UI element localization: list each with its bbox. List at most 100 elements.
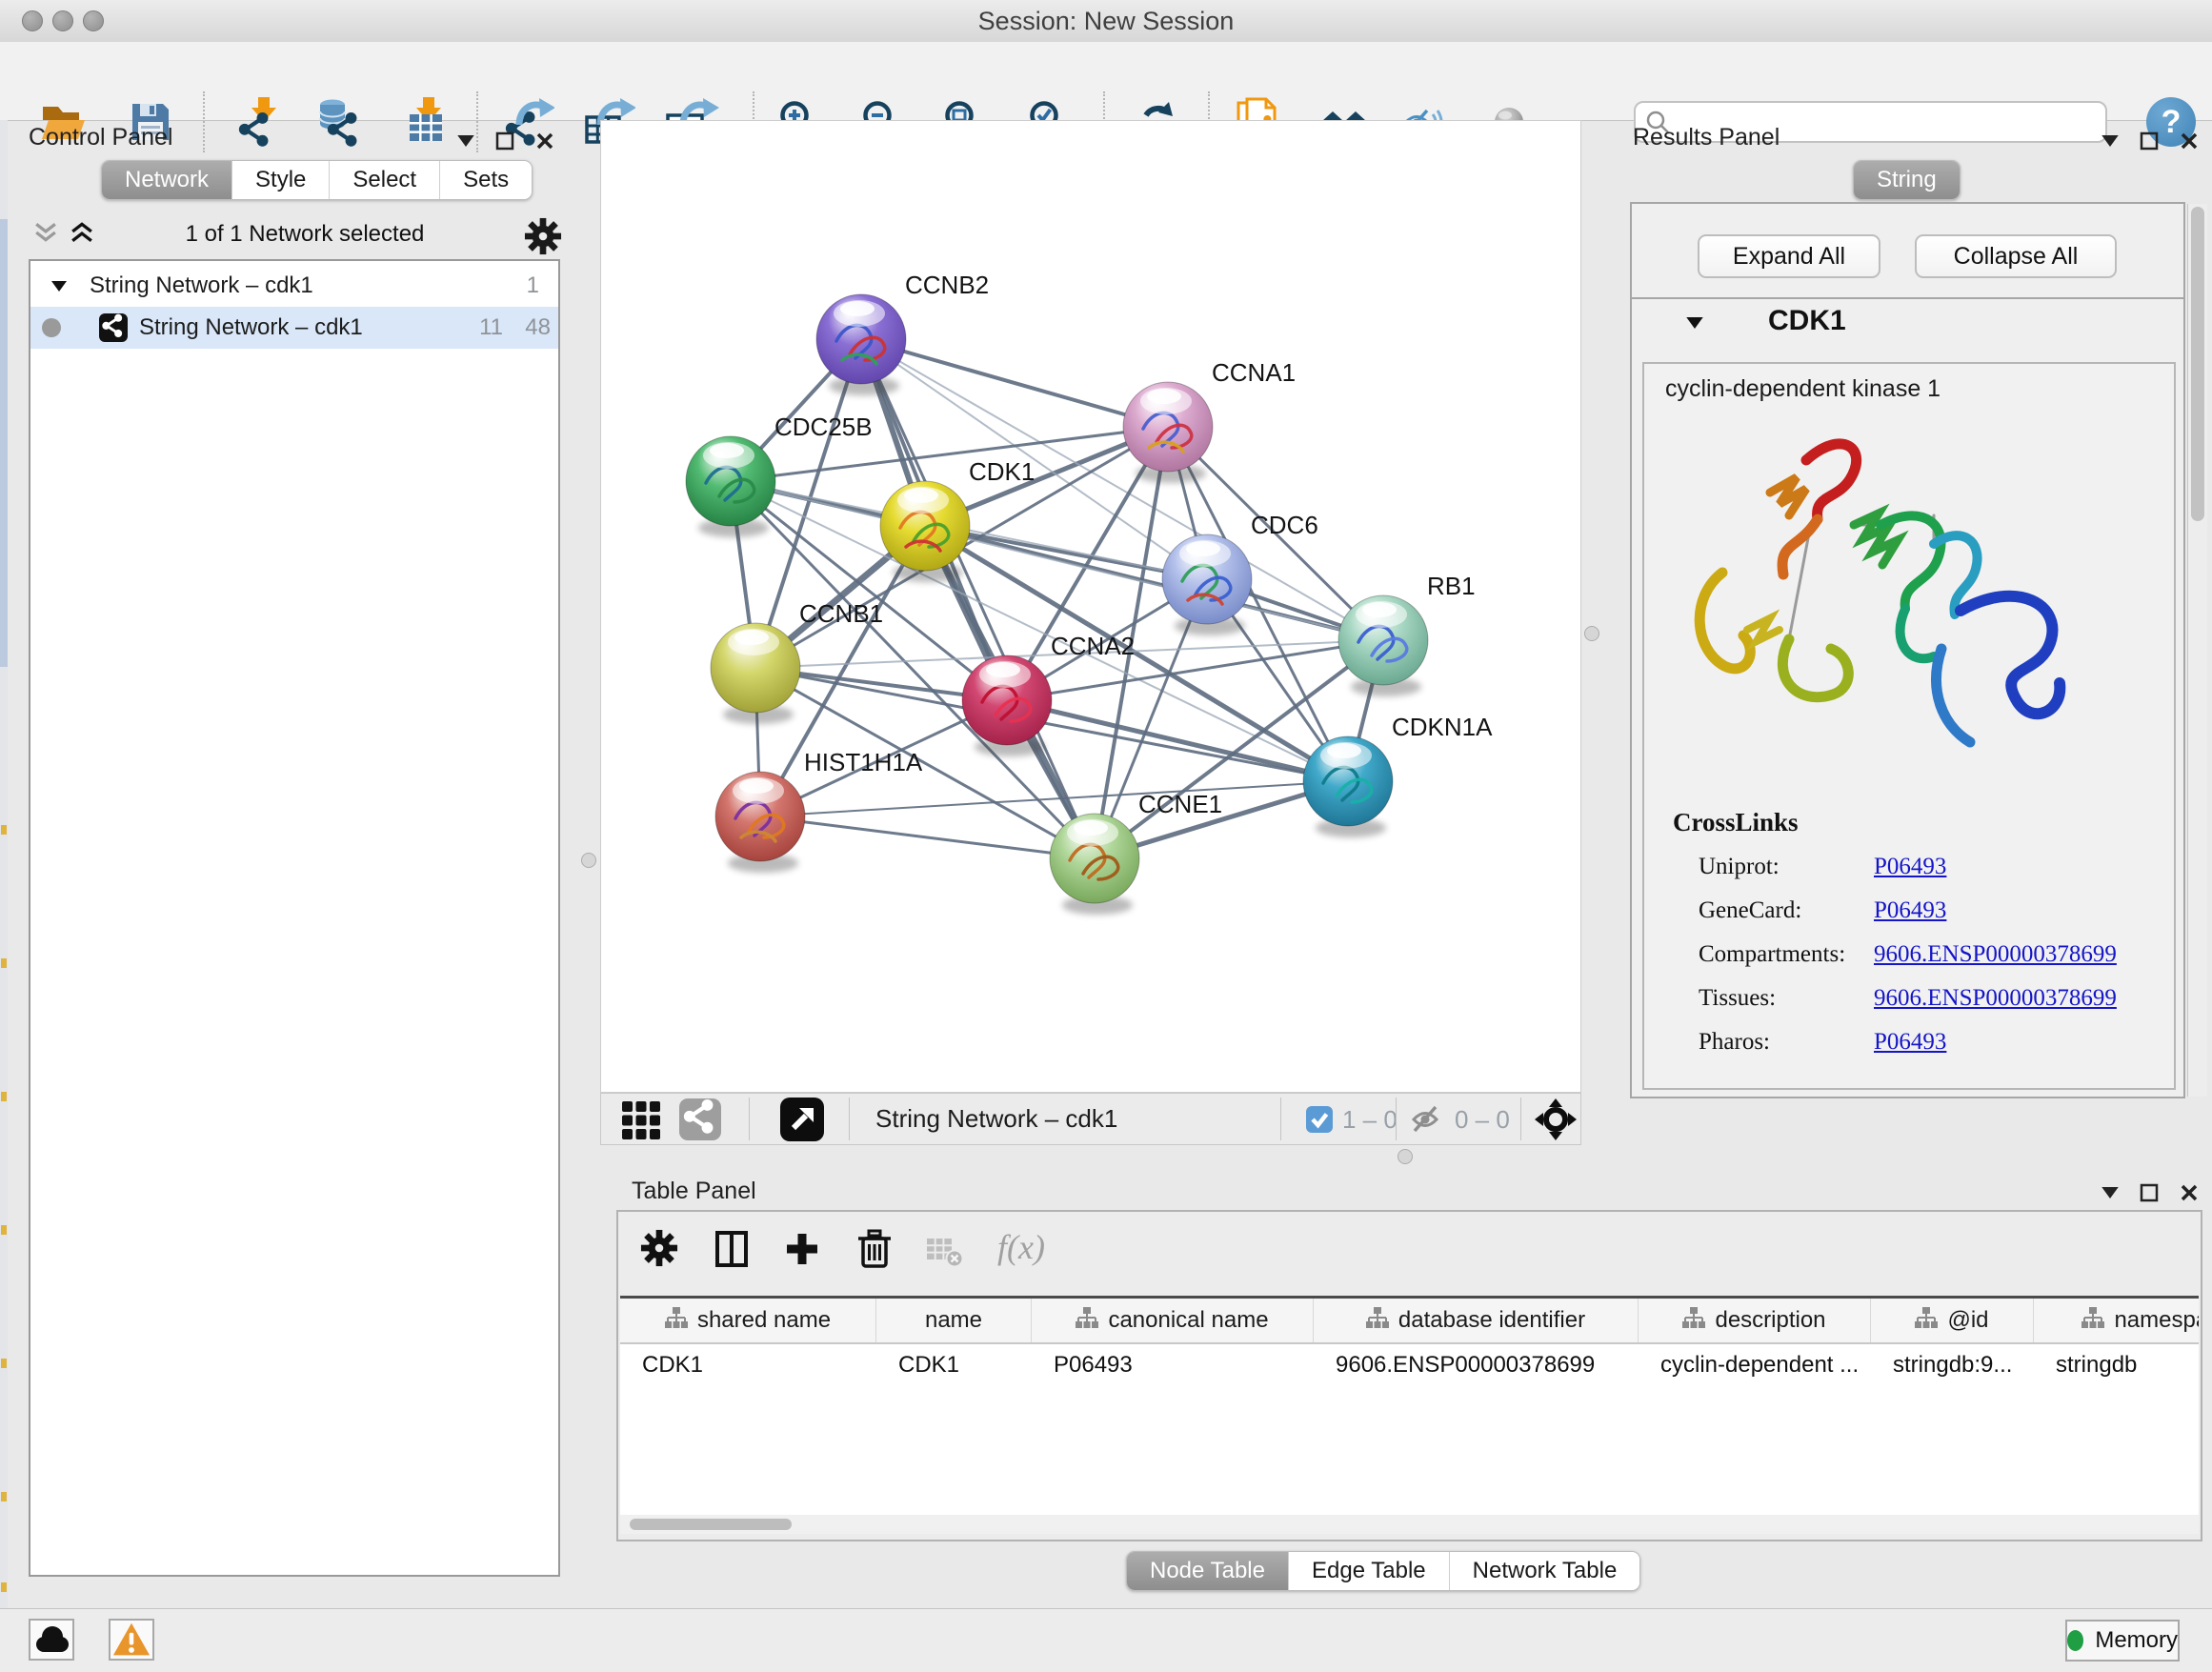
- crosslink-row-genecard-: GeneCard:P06493: [1699, 889, 2174, 933]
- float-panel-icon[interactable]: [495, 131, 514, 151]
- network-collection-count: 1: [527, 272, 539, 299]
- network-edge-CCNB2-CCNE1[interactable]: [861, 339, 1095, 858]
- network-view-toolbar: String Network – cdk1 1 – 0 0 – 0: [600, 1093, 1581, 1145]
- table-cell-shared-name[interactable]: CDK1: [620, 1344, 876, 1385]
- network-selection-summary: 1 of 1 Network selected: [114, 221, 495, 248]
- crosslink-link[interactable]: P06493: [1874, 854, 1946, 880]
- column-header-label: name: [925, 1307, 982, 1334]
- right-splitter-handle[interactable]: [1584, 626, 1599, 641]
- tab-edge-table[interactable]: Edge Table: [1288, 1552, 1449, 1590]
- table-cell--id[interactable]: stringdb:9...: [1871, 1344, 2034, 1385]
- column-header--id[interactable]: @id: [1871, 1299, 2034, 1342]
- network-node-label-CCNB2: CCNB2: [905, 271, 989, 299]
- grid-view-icon[interactable]: [622, 1101, 660, 1144]
- crosslinks-list: Uniprot:P06493GeneCard:P06493Compartment…: [1699, 845, 2174, 1064]
- network-edge-CCNB2-CCNA1[interactable]: [861, 339, 1168, 427]
- collapse-all-networks-icon[interactable]: [32, 221, 59, 249]
- crosslink-link[interactable]: P06493: [1874, 1029, 1946, 1056]
- network-edge-CCNA2-CDKN1A[interactable]: [1007, 700, 1348, 781]
- column-header-shared-name[interactable]: shared name: [620, 1299, 876, 1342]
- network-node-CDKN1A[interactable]: [1303, 736, 1393, 837]
- expand-all-networks-icon[interactable]: [69, 221, 95, 249]
- table-cell-canonical-name[interactable]: P06493: [1032, 1344, 1314, 1385]
- crosslink-row-tissues-: Tissues:9606.ENSP00000378699: [1699, 977, 2174, 1020]
- birds-eye-view-icon[interactable]: [780, 1098, 824, 1146]
- cloud-services-button[interactable]: [29, 1619, 74, 1661]
- function-builder-icon-disabled: f(x): [997, 1227, 1045, 1267]
- left-splitter-handle[interactable]: [581, 853, 596, 868]
- table-options-gear-icon[interactable]: [640, 1229, 678, 1272]
- network-options-gear-icon[interactable]: [524, 217, 562, 260]
- create-column-icon[interactable]: [784, 1231, 820, 1272]
- results-panel-tab-string[interactable]: String: [1853, 160, 1961, 200]
- network-node-CDC25B[interactable]: [686, 436, 775, 537]
- memory-button[interactable]: Memory: [2065, 1620, 2180, 1662]
- network-node-CCNA1[interactable]: [1123, 382, 1213, 483]
- table-cell-name[interactable]: CDK1: [876, 1344, 1032, 1385]
- hidden-elements-icon[interactable]: [1409, 1105, 1441, 1138]
- gene-symbol-heading: CDK1: [1768, 305, 1846, 337]
- table-horizontal-scrollbar[interactable]: [620, 1515, 2199, 1534]
- column-header-description[interactable]: description: [1639, 1299, 1871, 1342]
- network-canvas[interactable]: CCNB2CCNA1CDC25BCDK1CDC6RB1CCNB1CCNA2CDK…: [600, 120, 1581, 1093]
- network-node-label-CDKN1A: CDKN1A: [1392, 713, 1493, 741]
- panel-menu-icon[interactable]: [2101, 135, 2119, 147]
- float-panel-icon[interactable]: [2140, 131, 2159, 151]
- column-header-database-identifier[interactable]: database identifier: [1314, 1299, 1639, 1342]
- network-node-CCNA2[interactable]: [962, 655, 1052, 756]
- scrollbar-thumb[interactable]: [630, 1519, 792, 1530]
- crosslink-link[interactable]: P06493: [1874, 897, 1946, 924]
- show-columns-icon[interactable]: [714, 1231, 750, 1272]
- panel-menu-icon[interactable]: [2101, 1187, 2119, 1199]
- crosslink-label: Tissues:: [1699, 985, 1874, 1012]
- fit-selected-crosshair-icon[interactable]: [1535, 1098, 1577, 1145]
- network-view-mode-icon[interactable]: [679, 1098, 721, 1145]
- background-window-sliver: [0, 120, 8, 1608]
- table-cell-database-identifier[interactable]: 9606.ENSP00000378699: [1314, 1344, 1639, 1385]
- network-node-CCNE1[interactable]: [1050, 814, 1139, 915]
- tab-select[interactable]: Select: [329, 161, 439, 199]
- column-header-name[interactable]: name: [876, 1299, 1032, 1342]
- tab-string[interactable]: String: [1854, 161, 1960, 199]
- warnings-button[interactable]: [109, 1619, 154, 1661]
- import-table-from-file-icon[interactable]: [403, 95, 451, 149]
- table-cell-description[interactable]: cyclin-dependent ...: [1639, 1344, 1871, 1385]
- table-cell-namespace[interactable]: stringdb: [2034, 1344, 2199, 1385]
- import-network-from-database-icon[interactable]: [313, 95, 363, 149]
- import-network-from-file-icon[interactable]: [235, 95, 283, 149]
- selected-nodes-checkbox[interactable]: [1306, 1106, 1333, 1138]
- crosslink-link[interactable]: 9606.ENSP00000378699: [1874, 941, 2117, 968]
- close-panel-icon[interactable]: [2180, 131, 2199, 151]
- close-panel-icon[interactable]: [535, 131, 554, 151]
- network-node-CDK1[interactable]: [880, 481, 970, 582]
- bottom-splitter-handle[interactable]: [1398, 1149, 1413, 1164]
- tab-network-table[interactable]: Network Table: [1449, 1552, 1640, 1590]
- network-node-CCNB2[interactable]: [816, 294, 906, 395]
- tab-node-table[interactable]: Node Table: [1127, 1552, 1288, 1590]
- crosslink-link[interactable]: 9606.ENSP00000378699: [1874, 985, 2117, 1012]
- network-edge-HIST1H1A-CCNE1[interactable]: [760, 816, 1095, 858]
- network-node-RB1[interactable]: [1338, 595, 1428, 696]
- panel-menu-icon[interactable]: [457, 135, 474, 147]
- table-row[interactable]: CDK1CDK1P064939606.ENSP00000378699cyclin…: [620, 1344, 2199, 1385]
- node-table[interactable]: shared name name canonical namedatabase id…: [620, 1296, 2199, 1523]
- scrollbar-thumb[interactable]: [2191, 207, 2204, 521]
- tab-style[interactable]: Style: [231, 161, 329, 199]
- delete-column-icon[interactable]: [856, 1229, 893, 1274]
- float-panel-icon[interactable]: [2140, 1183, 2159, 1202]
- network-node-HIST1H1A[interactable]: [715, 772, 805, 873]
- expand-all-button[interactable]: Expand All: [1698, 234, 1880, 278]
- collapse-all-button[interactable]: Collapse All: [1915, 234, 2117, 278]
- network-collection-row[interactable]: String Network – cdk1 1: [30, 265, 558, 307]
- network-row-selected[interactable]: String Network – cdk1 11 48: [30, 307, 558, 349]
- collapse-arrow-icon[interactable]: [51, 281, 67, 292]
- network-node-CDC6[interactable]: [1162, 534, 1252, 635]
- tab-network[interactable]: Network: [102, 161, 231, 199]
- gene-collapse-arrow-icon[interactable]: [1686, 316, 1703, 333]
- column-header-canonical-name[interactable]: canonical name: [1032, 1299, 1314, 1342]
- column-header-namespace[interactable]: namespace: [2034, 1299, 2199, 1342]
- close-panel-icon[interactable]: [2180, 1183, 2199, 1202]
- network-node-CCNB1[interactable]: [711, 623, 800, 724]
- results-panel-scrollbar[interactable]: [2187, 204, 2207, 1097]
- tab-sets[interactable]: Sets: [439, 161, 532, 199]
